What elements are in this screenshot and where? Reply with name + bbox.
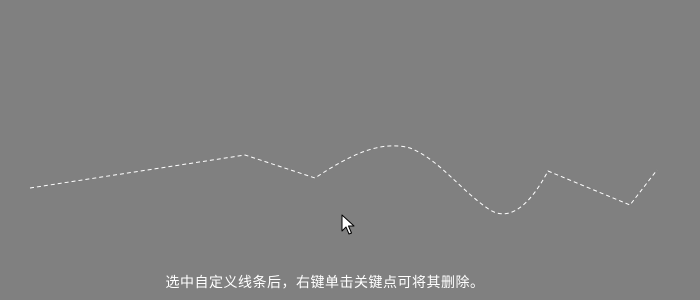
drawing-canvas[interactable]: 选中自定义线条后，右键单击关键点可将其删除。 <box>0 0 700 300</box>
custom-line-layer <box>29 145 658 215</box>
arrow-cursor-icon <box>341 214 355 235</box>
hint-text: 选中自定义线条后，右键单击关键点可将其删除。 <box>165 275 485 291</box>
custom-dashed-line[interactable] <box>29 145 658 215</box>
